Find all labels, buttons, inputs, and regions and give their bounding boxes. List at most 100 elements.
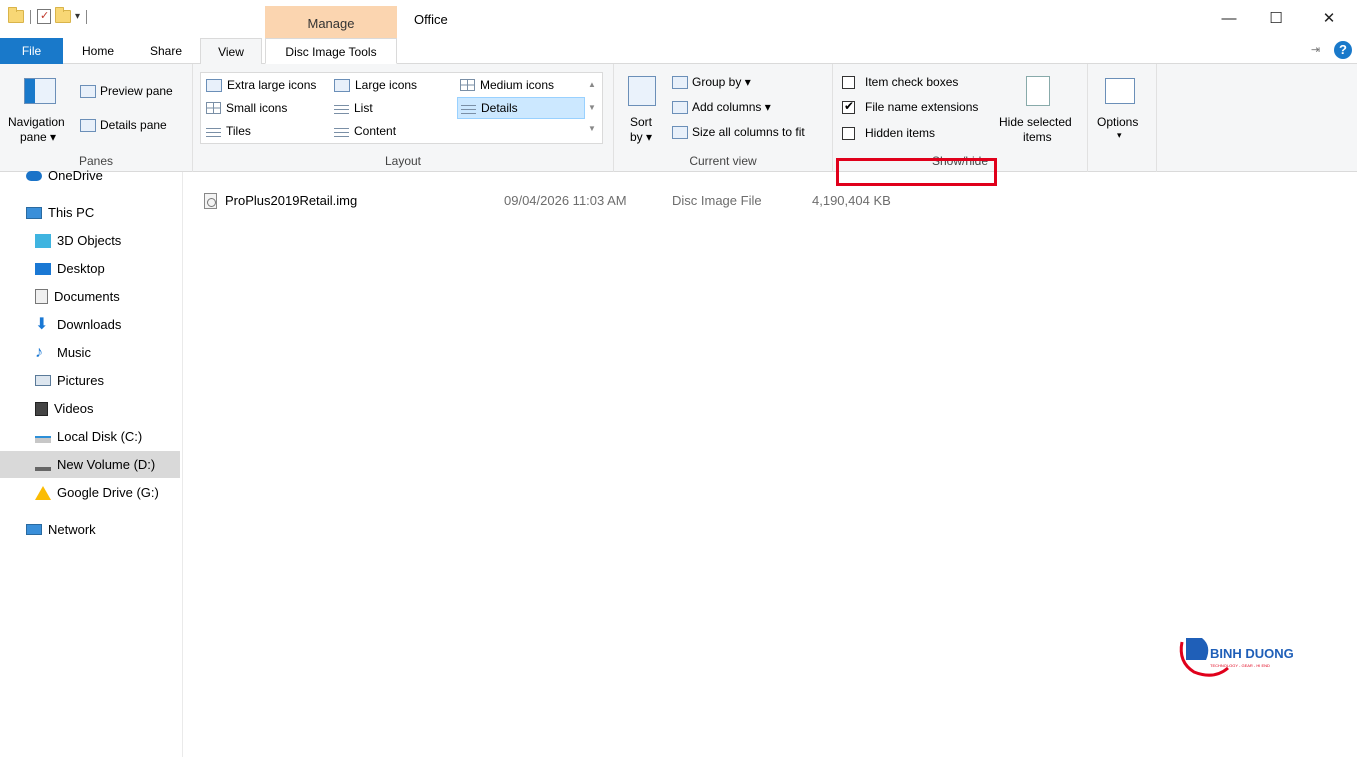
sidebar-item-label: Google Drive (G:) bbox=[57, 485, 159, 500]
hide-selected-items-label[interactable]: items bbox=[1023, 130, 1052, 144]
sidebar-item-local-disk-c[interactable]: Local Disk (C:) bbox=[0, 423, 180, 450]
add-columns-icon bbox=[672, 100, 688, 114]
tab-share[interactable]: Share bbox=[140, 38, 192, 64]
sidebar-item-music[interactable]: ♪ Music bbox=[0, 339, 180, 366]
add-columns-button[interactable]: Add columns ▾ bbox=[672, 100, 771, 114]
sidebar-item-downloads[interactable]: ⬇ Downloads bbox=[0, 311, 180, 338]
folder-icon[interactable] bbox=[8, 7, 24, 23]
manage-tab[interactable]: Manage bbox=[265, 6, 397, 38]
layout-extra-large-icons[interactable]: Extra large icons bbox=[203, 74, 319, 96]
quick-access-toolbar: ▾ bbox=[8, 7, 89, 24]
sidebar-item-google-drive-g[interactable]: Google Drive (G:) bbox=[0, 479, 180, 506]
layout-expand-icon[interactable]: ▼ bbox=[584, 124, 600, 133]
small-icons-icon bbox=[206, 102, 221, 114]
sort-by-button[interactable]: Sort bbox=[630, 115, 652, 129]
sidebar-item-network[interactable]: Network bbox=[0, 516, 180, 543]
content-icon bbox=[334, 125, 349, 137]
qat-separator bbox=[86, 9, 88, 24]
new-folder-icon[interactable] bbox=[55, 7, 71, 23]
download-icon: ⬇ bbox=[35, 315, 49, 333]
highlight-box bbox=[836, 158, 997, 186]
tiles-icon bbox=[206, 125, 221, 137]
file-name-extensions-toggle[interactable]: File name extensions bbox=[842, 99, 978, 114]
options-group: Options ▾ bbox=[1088, 64, 1157, 172]
layout-large-icons[interactable]: Large icons bbox=[331, 74, 420, 96]
preview-pane-label: Preview pane bbox=[100, 84, 173, 98]
properties-icon[interactable] bbox=[37, 9, 51, 24]
tab-disc-image-tools[interactable]: Disc Image Tools bbox=[265, 38, 397, 64]
file-row[interactable]: ProPlus2019Retail.img 09/04/2026 11:03 A… bbox=[200, 188, 900, 214]
navigation-pane: OneDrive This PC 3D Objects Desktop Docu… bbox=[0, 168, 183, 757]
options-button[interactable]: Options bbox=[1097, 115, 1138, 129]
layout-list[interactable]: List bbox=[331, 97, 376, 119]
help-icon[interactable]: ? bbox=[1334, 41, 1352, 59]
sidebar-item-label: Videos bbox=[54, 401, 94, 416]
sidebar-item-videos[interactable]: Videos bbox=[0, 395, 180, 422]
file-name-extensions-checkbox[interactable] bbox=[842, 99, 855, 114]
layout-scroll-down-icon[interactable]: ▼ bbox=[584, 103, 600, 112]
layout-small-icons[interactable]: Small icons bbox=[203, 97, 290, 119]
layout-medium-icons[interactable]: Medium icons bbox=[457, 74, 557, 96]
close-button[interactable]: ✕ bbox=[1306, 6, 1352, 32]
ribbon-tabs: File Home Share View Disc Image Tools bbox=[0, 38, 1357, 64]
group-by-button[interactable]: Group by ▾ bbox=[672, 75, 751, 89]
window-title: Office bbox=[414, 12, 448, 27]
sidebar-item-label: Pictures bbox=[57, 373, 104, 388]
options-dropdown-icon[interactable]: ▾ bbox=[1117, 130, 1122, 141]
current-view-group: Sort by ▾ Group by ▾ Add columns ▾ Size … bbox=[614, 64, 833, 172]
item-check-boxes-toggle[interactable]: Item check boxes bbox=[842, 75, 958, 89]
sidebar-item-label: OneDrive bbox=[48, 168, 103, 183]
customize-qat-icon[interactable]: ▾ bbox=[75, 11, 80, 22]
drive-icon bbox=[35, 436, 51, 443]
pictures-icon bbox=[35, 375, 51, 386]
list-icon bbox=[334, 102, 349, 114]
hide-selected-items-button[interactable]: Hide selected bbox=[999, 115, 1072, 129]
group-by-label: Group by ▾ bbox=[692, 75, 751, 89]
sort-by-dropdown[interactable]: by ▾ bbox=[630, 130, 652, 144]
details-pane-label: Details pane bbox=[100, 118, 167, 132]
qat-separator bbox=[30, 9, 31, 24]
layout-scroll-up-icon[interactable]: ▲ bbox=[584, 80, 600, 89]
sidebar-item-label: This PC bbox=[48, 205, 95, 220]
layout-label: Small icons bbox=[226, 101, 288, 115]
watermark-brand: BINH DUONG bbox=[1210, 646, 1294, 661]
watermark-tagline: TECHNOLOGY - GEAR - HI END bbox=[1210, 663, 1270, 668]
music-icon: ♪ bbox=[35, 343, 43, 361]
navigation-pane-dropdown[interactable]: pane ▾ bbox=[20, 130, 56, 144]
medium-icons-icon bbox=[460, 79, 475, 91]
title-bar: ▾ Manage Office — ☐ ✕ bbox=[0, 0, 1357, 38]
minimize-button[interactable]: — bbox=[1206, 6, 1252, 32]
pin-ribbon-icon[interactable]: ⇥ bbox=[1311, 43, 1320, 56]
video-icon bbox=[35, 401, 48, 416]
item-check-boxes-checkbox[interactable] bbox=[842, 75, 855, 89]
details-pane-icon bbox=[80, 118, 96, 132]
options-icon bbox=[1105, 78, 1135, 104]
watermark-logo: BINH DUONG TECHNOLOGY - GEAR - HI END bbox=[1176, 632, 1326, 682]
tab-file[interactable]: File bbox=[0, 38, 63, 64]
size-columns-button[interactable]: Size all columns to fit bbox=[672, 125, 805, 139]
google-drive-icon bbox=[35, 485, 51, 500]
file-type: Disc Image File bbox=[672, 193, 762, 208]
preview-pane-button[interactable]: Preview pane bbox=[80, 84, 173, 98]
sidebar-item-onedrive[interactable]: OneDrive bbox=[0, 162, 180, 189]
layout-content[interactable]: Content bbox=[331, 120, 399, 142]
details-pane-button[interactable]: Details pane bbox=[80, 118, 167, 132]
preview-pane-icon bbox=[80, 84, 96, 98]
layout-label: Large icons bbox=[355, 78, 418, 92]
sidebar-item-this-pc[interactable]: This PC bbox=[0, 199, 180, 226]
layout-tiles[interactable]: Tiles bbox=[203, 120, 254, 142]
navigation-pane-button[interactable]: Navigation bbox=[8, 115, 65, 129]
sidebar-item-new-volume-d[interactable]: New Volume (D:) bbox=[0, 451, 180, 478]
tab-home[interactable]: Home bbox=[72, 38, 124, 64]
hidden-items-checkbox[interactable] bbox=[842, 126, 855, 140]
hidden-items-toggle[interactable]: Hidden items bbox=[842, 126, 935, 140]
sidebar-item-documents[interactable]: Documents bbox=[0, 283, 180, 310]
sidebar-item-pictures[interactable]: Pictures bbox=[0, 367, 180, 394]
layout-label: Content bbox=[354, 124, 397, 138]
maximize-button[interactable]: ☐ bbox=[1253, 6, 1299, 32]
tab-view[interactable]: View bbox=[200, 38, 262, 64]
sidebar-item-3d-objects[interactable]: 3D Objects bbox=[0, 227, 180, 254]
sidebar-item-desktop[interactable]: Desktop bbox=[0, 255, 180, 282]
layout-details[interactable]: Details bbox=[457, 97, 585, 119]
show-hide-group: Item check boxes File name extensions Hi… bbox=[833, 64, 1088, 172]
